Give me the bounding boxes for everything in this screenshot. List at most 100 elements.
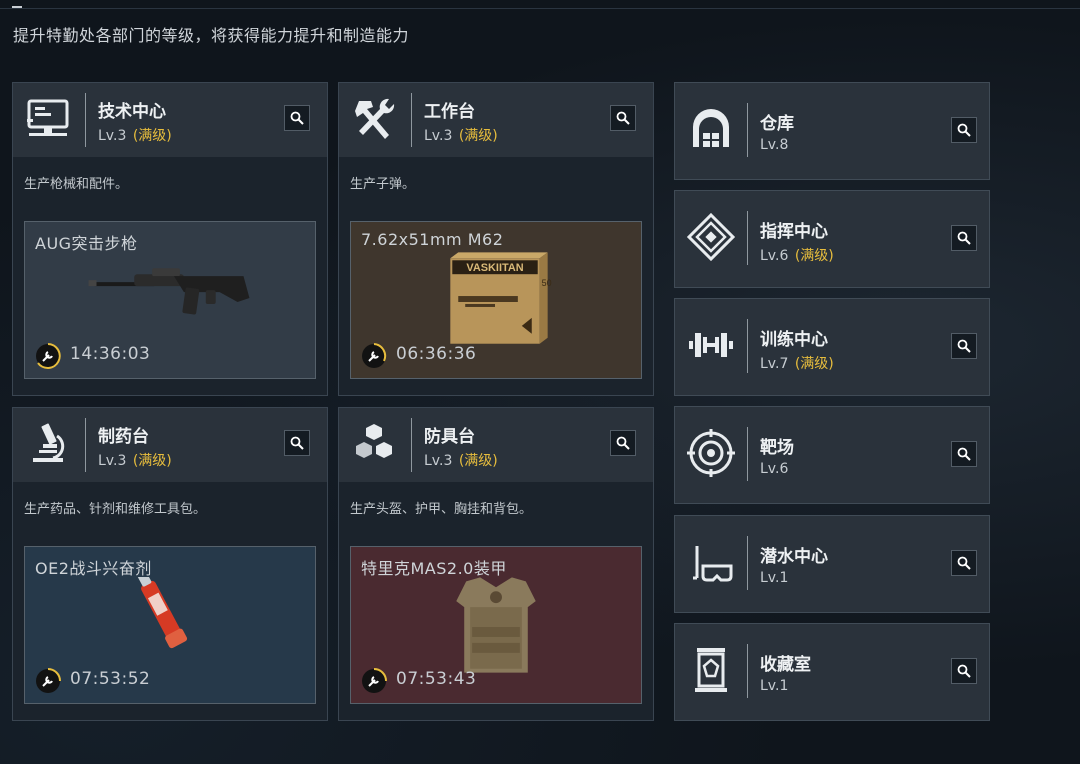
crafting-slot[interactable]: AUG突击步枪 14:36:03	[24, 221, 316, 379]
level-value: Lv.3	[98, 453, 127, 469]
search-button[interactable]	[284, 430, 310, 456]
crafting-slot[interactable]: 7.62x51mm M62 VASKIITAN 50 06:36:36	[350, 221, 642, 379]
display-case-icon	[695, 648, 727, 692]
facility-level: Lv.6 (满级)	[760, 245, 834, 265]
max-level-badge: (满级)	[458, 453, 498, 469]
crafting-timer: 07:53:52	[70, 669, 151, 689]
facility-level: Lv.1	[760, 678, 790, 694]
search-icon	[957, 339, 971, 353]
crafting-item-name: AUG突击步枪	[35, 234, 138, 253]
box-brand-label: VASKIITAN	[466, 262, 523, 274]
search-icon	[957, 123, 971, 137]
max-level-badge: (满级)	[794, 356, 834, 372]
level-value: Lv.3	[98, 128, 127, 144]
search-icon	[957, 664, 971, 678]
department-name: 工作台	[424, 102, 475, 122]
computer-icon	[27, 99, 69, 136]
department-card-armor[interactable]: 防具台 Lv.3 (满级) 生产头盔、护甲、胸挂和背包。 特里克MAS2.0装甲…	[338, 407, 654, 721]
search-button[interactable]	[610, 430, 636, 456]
department-description: 生产枪械和配件。	[24, 177, 129, 192]
search-icon	[616, 436, 630, 450]
search-icon	[290, 436, 304, 450]
search-button[interactable]	[610, 105, 636, 131]
search-button[interactable]	[284, 105, 310, 131]
search-button[interactable]	[951, 550, 977, 576]
search-button[interactable]	[951, 333, 977, 359]
wrench-timer-icon	[36, 668, 61, 693]
facility-level: Lv.1	[760, 570, 790, 586]
max-level-badge: (满级)	[132, 128, 172, 144]
header-divider	[411, 93, 412, 147]
card-header: 工作台 Lv.3 (满级)	[339, 83, 653, 157]
search-icon	[957, 556, 971, 570]
wrench-timer-icon	[362, 343, 387, 368]
header-divider	[747, 211, 748, 265]
card-header: 防具台 Lv.3 (满级)	[339, 408, 653, 482]
crafting-item-name: 特里克MAS2.0装甲	[361, 559, 507, 578]
facility-card-collection-room[interactable]: 收藏室 Lv.1	[674, 623, 990, 721]
card-header: 技术中心 Lv.3 (满级)	[13, 83, 327, 157]
department-name: 制药台	[98, 427, 149, 447]
department-description: 生产子弹。	[350, 177, 416, 192]
search-button[interactable]	[951, 117, 977, 143]
facility-name: 收藏室	[760, 655, 811, 675]
facility-level: Lv.6	[760, 461, 790, 477]
facility-card-command-center[interactable]: 指挥中心 Lv.6 (满级)	[674, 190, 990, 288]
crafting-timer: 07:53:43	[396, 669, 477, 689]
facility-level: Lv.7 (满级)	[760, 353, 834, 373]
facility-name: 指挥中心	[760, 222, 828, 242]
crafting-item-name: OE2战斗兴奋剂	[35, 559, 152, 578]
microscope-icon	[33, 423, 65, 462]
crafting-slot[interactable]: 特里克MAS2.0装甲 07:53:43	[350, 546, 642, 704]
department-description: 生产头盔、护甲、胸挂和背包。	[350, 502, 533, 517]
department-level: Lv.3 (满级)	[98, 450, 172, 470]
search-button[interactable]	[951, 658, 977, 684]
crafting-timer: 14:36:03	[70, 344, 151, 364]
diving-mask-icon	[693, 546, 733, 582]
hammer-wrench-icon	[355, 98, 395, 139]
department-level: Lv.3 (满级)	[98, 125, 172, 145]
search-button[interactable]	[951, 225, 977, 251]
top-divider	[0, 8, 1080, 9]
level-value: Lv.6	[760, 461, 789, 477]
wrench-timer-icon	[362, 668, 387, 693]
warehouse-icon	[693, 109, 729, 147]
facility-card-diving-center[interactable]: 潜水中心 Lv.1	[674, 515, 990, 613]
facility-name: 潜水中心	[760, 547, 828, 567]
level-value: Lv.7	[760, 356, 789, 372]
page-subtitle: 提升特勤处各部门的等级，将获得能力提升和制造能力	[13, 26, 410, 45]
facility-card-warehouse[interactable]: 仓库 Lv.8	[674, 82, 990, 180]
department-description: 生产药品、针剂和维修工具包。	[24, 502, 207, 517]
search-icon	[957, 447, 971, 461]
level-value: Lv.3	[424, 453, 453, 469]
facility-card-training-center[interactable]: 训练中心 Lv.7 (满级)	[674, 298, 990, 396]
max-level-badge: (满级)	[794, 248, 834, 264]
level-value: Lv.6	[760, 248, 789, 264]
department-card-workbench[interactable]: 工作台 Lv.3 (满级) 生产子弹。 7.62x51mm M62 VASKII…	[338, 82, 654, 396]
search-button[interactable]	[951, 441, 977, 467]
search-icon	[957, 231, 971, 245]
target-icon	[687, 429, 735, 477]
header-divider	[411, 418, 412, 472]
wrench-timer-icon	[36, 343, 61, 369]
rifle-image	[88, 268, 250, 315]
department-level: Lv.3 (满级)	[424, 450, 498, 470]
department-card-tech-center[interactable]: 技术中心 Lv.3 (满级) 生产枪械和配件。 AUG突击步枪 14:36:03	[12, 82, 328, 396]
header-divider	[747, 103, 748, 157]
facility-name: 靶场	[760, 438, 794, 458]
max-level-badge: (满级)	[458, 128, 498, 144]
header-divider	[85, 93, 86, 147]
level-value: Lv.1	[760, 678, 789, 694]
card-header: 制药台 Lv.3 (满级)	[13, 408, 327, 482]
facility-card-shooting-range[interactable]: 靶场 Lv.6	[674, 406, 990, 504]
department-level: Lv.3 (满级)	[424, 125, 498, 145]
header-divider	[747, 427, 748, 481]
cubes-icon	[356, 424, 392, 458]
max-level-badge: (满级)	[132, 453, 172, 469]
department-name: 防具台	[424, 427, 475, 447]
header-divider	[747, 319, 748, 373]
search-icon	[290, 111, 304, 125]
department-card-pharmacy[interactable]: 制药台 Lv.3 (满级) 生产药品、针剂和维修工具包。 OE2战斗兴奋剂 07…	[12, 407, 328, 721]
crafting-slot[interactable]: OE2战斗兴奋剂 07:53:52	[24, 546, 316, 704]
box-number-label: 50	[542, 278, 552, 288]
